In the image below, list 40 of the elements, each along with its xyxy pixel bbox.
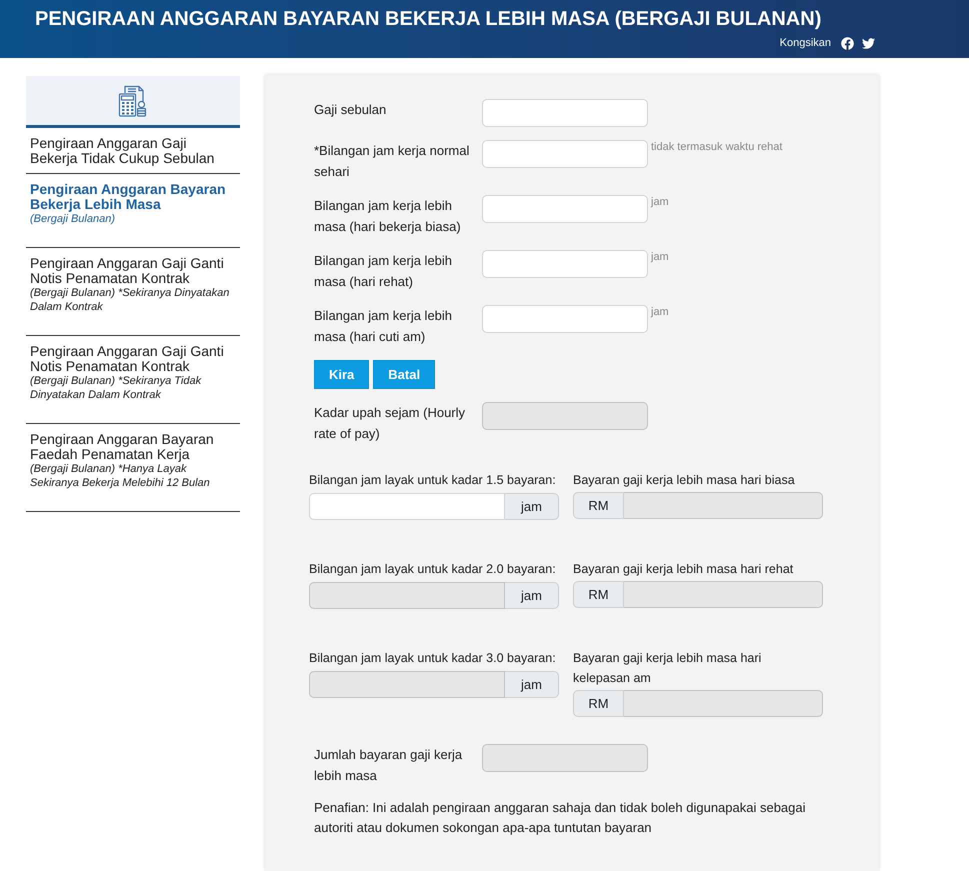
disclaimer-text: Penafian: Ini adalah pengiraan anggaran sahaja dan tidak boleh digunapakai sebagai autoriti atau dokumen sokongan apa-apa tuntutan bayaran — [314, 799, 807, 837]
unit-addon: jam — [505, 671, 559, 698]
field-label: Gaji sebulan — [314, 101, 388, 119]
unit-addon: jam — [505, 493, 559, 520]
field-hint: jam — [651, 195, 669, 209]
input-field[interactable] — [482, 140, 648, 168]
sidebar-link[interactable]: Pengiraan Anggaran Gaji Ganti Notis Penamatan Kontrak (Bergaji Bulanan) *Sekiranya Dinyatakan Dalam Kontrak — [26, 248, 240, 336]
currency-addon: RM — [573, 581, 624, 608]
currency-addon: RM — [573, 690, 624, 717]
sidebar-link[interactable]: Pengiraan Anggaran Bayaran Faedah Penamatan Kerja (Bergaji Bulanan) *Hanya Layak Sekiranya Bekerja Melebihi 12 Bulan — [26, 424, 240, 512]
input-field[interactable] — [482, 250, 648, 278]
sidebar-link[interactable]: Pengiraan Anggaran Gaji Bekerja Tidak Cukup Sebulan — [26, 128, 240, 174]
field-label: Jumlah bayaran gaji kerja lebih masa — [314, 746, 464, 785]
unit-addon: jam — [505, 582, 559, 609]
share-label: Kongsikan — [780, 36, 831, 50]
field-hint: jam — [651, 250, 669, 264]
facebook-icon[interactable] — [841, 36, 854, 50]
field-hint: jam — [651, 305, 669, 319]
input-field[interactable] — [482, 195, 648, 223]
field-label: Bayaran gaji kerja lebih masa hari biasa — [573, 472, 796, 489]
field-label: Bayaran gaji kerja lebih masa hari rehat — [573, 561, 794, 578]
sidebar-link[interactable]: Pengiraan Anggaran Bayaran Bekerja Lebih Masa (Bergaji Bulanan) — [26, 174, 240, 248]
field-hint: tidak termasuk waktu rehat — [651, 140, 782, 154]
field-label: Bilangan jam layak untuk kadar 3.0 bayaran: — [309, 650, 557, 667]
input-field[interactable] — [482, 99, 648, 127]
field-label: *Bilangan jam kerja normal sehari — [314, 142, 470, 181]
input-field[interactable] — [482, 305, 648, 333]
input-field[interactable] — [309, 493, 505, 520]
field-label: Bilangan jam layak untuk kadar 1.5 bayaran: — [309, 472, 557, 489]
field-label: Bilangan jam kerja lebih masa (hari cuti am) — [314, 307, 454, 346]
calculator-document-icon — [118, 84, 148, 116]
page-title: PENGIRAAN ANGGARAN BAYARAN BEKERJA LEBIH MASA (BERGAJI BULANAN) — [35, 7, 822, 31]
sidebar-link[interactable]: Pengiraan Anggaran Gaji Ganti Notis Penamatan Kontrak (Bergaji Bulanan) *Sekiranya Tidak Dinyatakan Dalam Kontrak — [26, 336, 240, 424]
field-label: Bayaran gaji kerja lebih masa hari kelepasan am — [573, 650, 762, 687]
currency-addon: RM — [573, 492, 624, 519]
field-label: Bilangan jam layak untuk kadar 2.0 bayaran: — [309, 561, 557, 578]
twitter-icon[interactable] — [862, 36, 875, 50]
field-label: Kadar upah sejam (Hourly rate of pay) — [314, 404, 466, 443]
field-label: Bilangan jam kerja lebih masa (hari rehat) — [314, 252, 454, 291]
field-label: Bilangan jam kerja lebih masa (hari bekerja biasa) — [314, 197, 462, 236]
